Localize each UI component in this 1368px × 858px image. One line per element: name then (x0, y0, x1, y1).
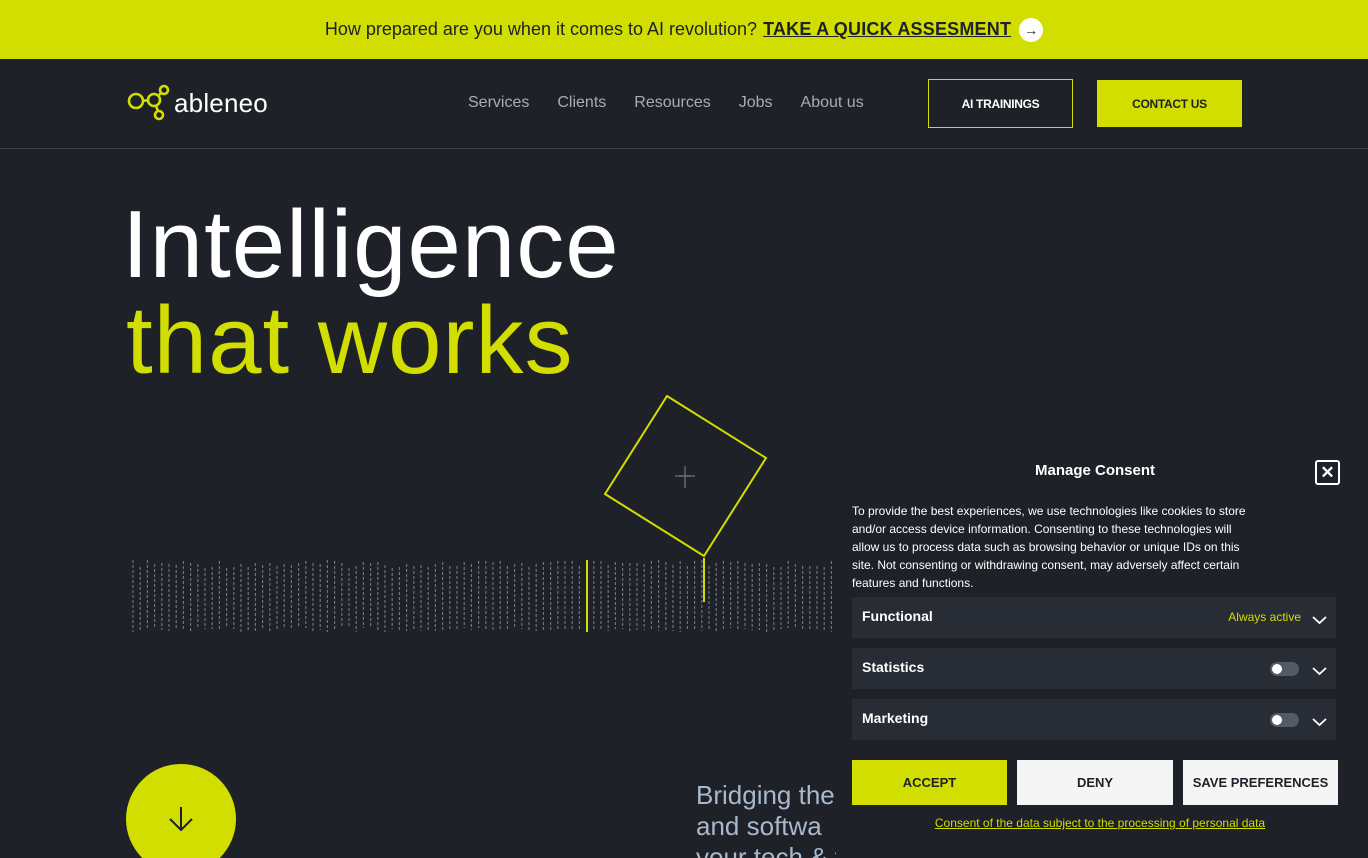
personal-data-consent-link[interactable]: Consent of the data subject to the proce… (836, 816, 1364, 830)
marketing-toggle[interactable] (1270, 713, 1299, 727)
hero-title-line2: that works (126, 287, 574, 394)
category-label: Functional (862, 608, 933, 624)
nav-links: Services Clients Resources Jobs About us (468, 94, 864, 112)
accept-button[interactable]: ACCEPT (852, 760, 1007, 805)
main-navigation: ableneo Services Clients Resources Jobs … (0, 59, 1368, 149)
nav-item-resources[interactable]: Resources (634, 94, 710, 112)
consent-category-statistics[interactable]: Statistics (852, 648, 1336, 689)
nav-item-jobs[interactable]: Jobs (739, 94, 773, 112)
chevron-down-icon[interactable] (1311, 611, 1328, 628)
chevron-down-icon[interactable] (1311, 713, 1328, 730)
chevron-down-icon[interactable] (1311, 662, 1328, 679)
nav-item-services[interactable]: Services (468, 94, 529, 112)
save-preferences-button[interactable]: SAVE PREFERENCES (1183, 760, 1338, 805)
banner-text: How prepared are you when it comes to AI… (324, 19, 758, 39)
hero-title-line1: Intelligence (122, 191, 620, 298)
consent-title: Manage Consent (1034, 462, 1155, 479)
always-active-label: Always active (1228, 610, 1301, 624)
hero-visualization (132, 394, 833, 632)
close-icon[interactable]: ✕ (1315, 460, 1340, 485)
consent-description: To provide the best experiences, we use … (852, 504, 1246, 590)
assessment-link[interactable]: TAKE A QUICK ASSESMENT (763, 19, 1011, 40)
scroll-down-button[interactable] (126, 764, 236, 858)
category-label: Statistics (862, 659, 925, 675)
nav-item-about-us[interactable]: About us (801, 94, 864, 112)
deny-button[interactable]: DENY (1017, 760, 1173, 805)
consent-category-marketing[interactable]: Marketing (852, 699, 1336, 740)
statistics-toggle[interactable] (1270, 662, 1299, 676)
contact-us-button[interactable]: CONTACT US (1097, 80, 1242, 127)
arrow-right-icon[interactable]: → (1019, 17, 1044, 42)
ai-trainings-button[interactable]: AI TRAININGS (928, 79, 1073, 128)
category-label: Marketing (862, 710, 929, 726)
nav-item-clients[interactable]: Clients (557, 94, 606, 112)
announcement-banner: How prepared are you when it comes to AI… (0, 0, 1368, 59)
logo-mark-icon (127, 84, 170, 121)
arrow-down-icon (169, 807, 193, 832)
logo[interactable]: ableneo (126, 84, 268, 122)
consent-dialog: Manage Consent ✕ To provide the best exp… (836, 446, 1368, 858)
consent-category-functional[interactable]: Functional Always active (852, 597, 1336, 638)
logo-text: ableneo (174, 87, 268, 118)
